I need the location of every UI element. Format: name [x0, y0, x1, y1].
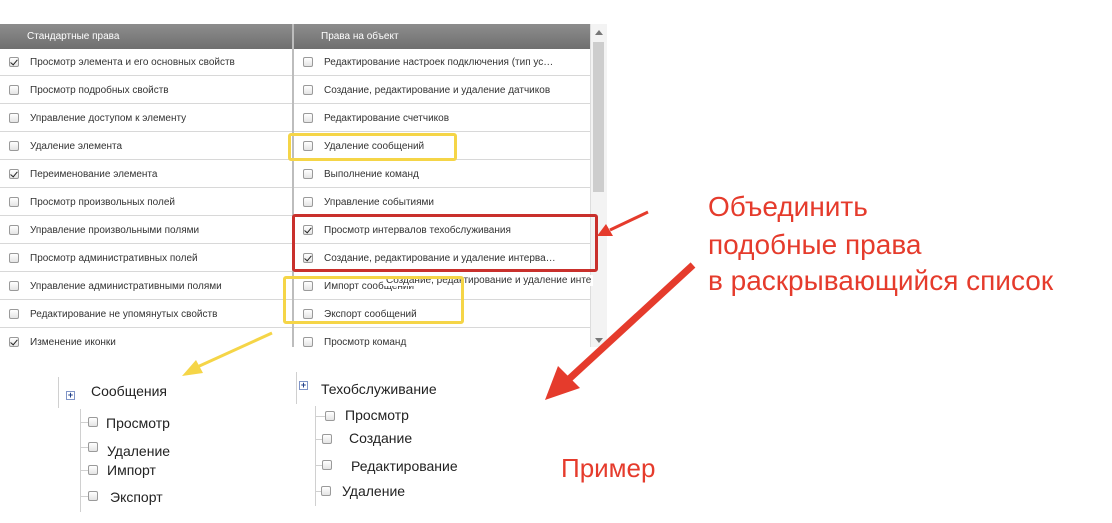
maintenance-item-label: Редактирование	[351, 458, 458, 474]
maintenance-item-checkbox[interactable]	[322, 460, 332, 470]
annotation-line-2: подобные права	[708, 229, 922, 260]
messages-tree-title: Сообщения	[91, 383, 167, 399]
expand-messages-icon[interactable]: +	[66, 391, 75, 400]
messages-item-checkbox[interactable]	[88, 417, 98, 427]
maintenance-item-checkbox[interactable]	[321, 486, 331, 496]
messages-item-checkbox[interactable]	[88, 491, 98, 501]
messages-item-label: Импорт	[107, 462, 156, 478]
red-arrow-2-line	[565, 262, 696, 383]
yellow-arrow-line	[194, 331, 273, 370]
messages-item-label: Просмотр	[106, 415, 170, 431]
red-arrow-1-line	[609, 210, 649, 232]
messages-item-label: Удаление	[107, 443, 171, 459]
messages-item-checkbox[interactable]	[88, 442, 98, 452]
maintenance-item-label: Просмотр	[345, 407, 409, 423]
maintenance-item-label: Удаление	[342, 483, 406, 499]
messages-item-checkbox[interactable]	[88, 465, 98, 475]
maintenance-tree-title: Техобслуживание	[321, 381, 437, 397]
yellow-arrow-head	[182, 360, 203, 376]
annotation-line-1: Объединить	[708, 191, 868, 222]
annotation-line-3: в раскрывающийся список	[708, 265, 1054, 296]
maintenance-item-checkbox[interactable]	[322, 434, 332, 444]
maintenance-item-label: Создание	[349, 430, 413, 446]
messages-item-label: Экспорт	[110, 489, 163, 505]
example-label: Пример	[561, 453, 656, 483]
maintenance-item-checkbox[interactable]	[325, 411, 335, 421]
expand-maintenance-icon[interactable]: +	[299, 381, 308, 390]
